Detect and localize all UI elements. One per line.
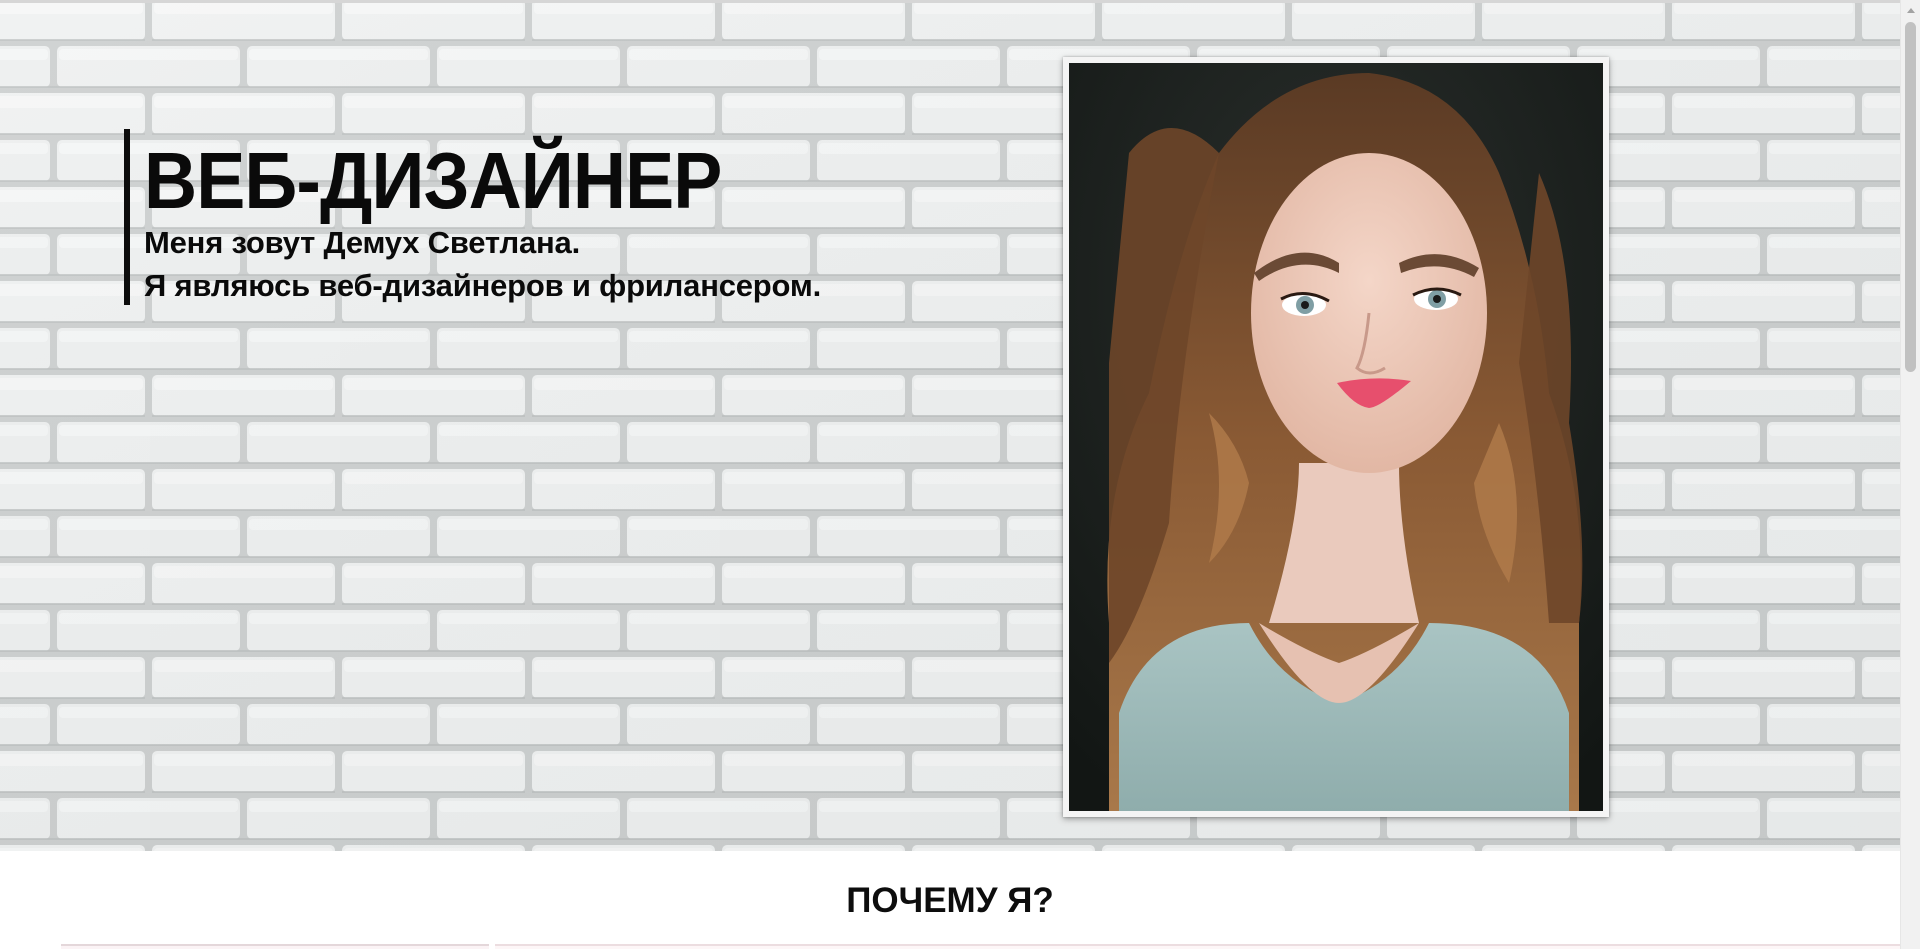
intro-role-line: Я являюсь веб-дизайнеров и фрилансером. bbox=[144, 268, 822, 303]
portrait-photo bbox=[1069, 63, 1603, 811]
card-edge bbox=[495, 944, 1900, 949]
intro-block: ВЕБ-ДИЗАЙНЕР Меня зовут Демух Светлана. … bbox=[124, 129, 821, 305]
why-me-section: ПОЧЕМУ Я? bbox=[0, 851, 1900, 949]
intro-name-line: Меня зовут Демух Светлана. bbox=[144, 225, 581, 260]
portrait-image bbox=[1069, 63, 1603, 811]
hero-section: ВЕБ-ДИЗАЙНЕР Меня зовут Демух Светлана. … bbox=[0, 3, 1900, 851]
card-edge bbox=[61, 944, 489, 949]
scrollbar-thumb[interactable] bbox=[1905, 22, 1916, 372]
portrait-frame bbox=[1063, 57, 1609, 817]
why-me-heading: ПОЧЕМУ Я? bbox=[846, 881, 1054, 920]
page-title: ВЕБ-ДИЗАЙНЕР bbox=[144, 136, 722, 225]
page: ВЕБ-ДИЗАЙНЕР Меня зовут Демух Светлана. … bbox=[0, 0, 1920, 949]
vertical-scrollbar[interactable] bbox=[1900, 0, 1920, 949]
scroll-up-arrow-icon[interactable] bbox=[1901, 0, 1920, 20]
